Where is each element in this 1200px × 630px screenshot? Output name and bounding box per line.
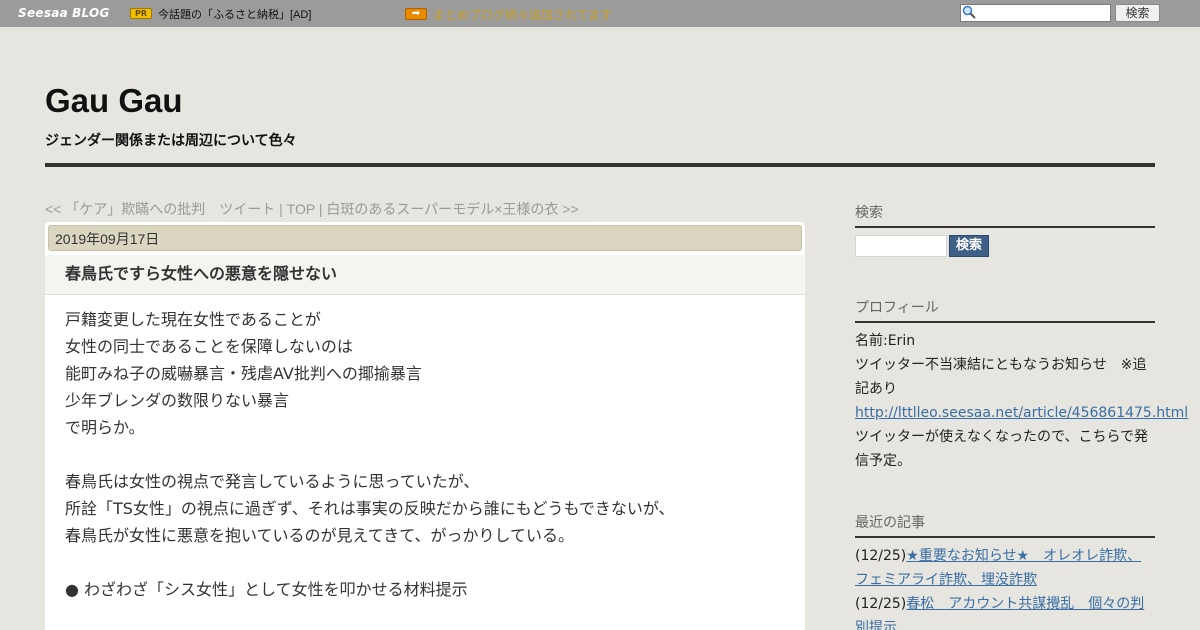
furusato-ad-link[interactable]: 今話題の「ふるさと納税」[AD] (158, 6, 311, 22)
article-line: で明らか。 (65, 418, 145, 437)
article-line (65, 441, 785, 468)
logo-main-text: Seesaa (18, 6, 69, 20)
site-description: ジェンダー関係または周辺について色々 (45, 133, 297, 149)
top-link[interactable]: TOP (287, 201, 315, 217)
toolbar-search-button[interactable]: 検索 (1115, 4, 1160, 22)
profile-name: 名前:Erin (855, 333, 916, 349)
arrow-right-icon: ➡ (405, 8, 427, 20)
article-line: 能町みね子の威嚇暴言・残虐AV批判への揶揄暴言 (65, 364, 422, 383)
article-line: 女性の同士であることを保障しないのは (65, 337, 353, 356)
search-icon (962, 5, 976, 19)
article-line: 春鳥氏が女性に悪意を抱いているのが見えてきて、がっかりしている。 (65, 526, 574, 545)
article-line: 所詮「TS女性」の視点に過ぎず、それは事実の反映だから誰にもどうもできないが、 (65, 499, 675, 518)
seesaa-blog-logo[interactable]: Seesaa BLOG (18, 6, 110, 20)
article-line: 春鳥氏は女性の視点で発言しているように思っていたが、 (65, 472, 480, 491)
article-title[interactable]: 春鳥氏ですら女性への悪意を隠せない (45, 255, 805, 295)
matome-notice-link[interactable]: まとめブログ続々追加されてます (433, 6, 612, 23)
pr-badge: PR (130, 8, 152, 19)
article-date: 2019年09月17日 (48, 225, 802, 251)
article-line (65, 549, 785, 576)
nav-separator: | (275, 201, 287, 217)
sidebar-search-input[interactable] (855, 235, 947, 257)
next-article-link[interactable]: 白斑のあるスーパーモデル×王様の衣 >> (326, 201, 578, 217)
article-line: 少年ブレンダの数限りない暴言 (65, 391, 290, 410)
nav-separator: | (314, 201, 327, 217)
article-navigation: << 「ケア」欺瞞への批判 ツイート | TOP | 白斑のあるスーパーモデル×… (45, 199, 579, 219)
header-divider (45, 163, 1155, 167)
profile-block: 名前:Erin ツイッター不当凍結にともなうお知らせ ※追記あり http://… (855, 329, 1188, 473)
article: 2019年09月17日 春鳥氏ですら女性への悪意を隠せない 戸籍変更した現在女性… (45, 222, 805, 630)
seesaa-toolbar: Seesaa BLOG PR 今話題の「ふるさと納税」[AD] ➡ まとめブログ続… (0, 0, 1200, 27)
article-line: ● わざわざ「シス女性」として女性を叩かせる材料提示 (65, 580, 468, 599)
toolbar-search-input[interactable] (960, 4, 1111, 22)
recent-article-item: (12/25)春松 アカウント共謀攪乱 個々の判別提示 (855, 592, 1155, 630)
logo-sub-text: BLOG (72, 6, 110, 20)
sidebar-profile-heading: プロフィール (855, 297, 1155, 323)
recent-article-date: (12/25) (855, 548, 907, 564)
recent-article-item: (12/25)★重要なお知らせ★ オレオレ詐欺、フェミアライ詐欺、埋没詐欺 (855, 544, 1155, 592)
profile-notice: ツイッター不当凍結にともなうお知らせ ※追記あり (855, 357, 1147, 397)
prev-article-link[interactable]: << 「ケア」欺瞞への批判 ツイート (45, 201, 275, 217)
recent-articles-list: (12/25)★重要なお知らせ★ オレオレ詐欺、フェミアライ詐欺、埋没詐欺 (1… (855, 544, 1155, 630)
sidebar-search-heading: 検索 (855, 202, 1155, 228)
sidebar-recent-heading: 最近の記事 (855, 512, 1155, 538)
sidebar-search-button[interactable]: 検索 (949, 235, 989, 257)
site-title[interactable]: Gau Gau (45, 82, 183, 120)
article-body: 戸籍変更した現在女性であることが 女性の同士であることを保障しないのは 能町みね… (65, 306, 785, 603)
recent-article-date: (12/25) (855, 596, 907, 612)
profile-note: ツイッターが使えなくなったので、こちらで発信予定。 (855, 429, 1149, 469)
article-line: 戸籍変更した現在女性であることが (65, 310, 321, 329)
profile-article-link[interactable]: http://lttlleo.seesaa.net/article/456861… (855, 405, 1188, 421)
